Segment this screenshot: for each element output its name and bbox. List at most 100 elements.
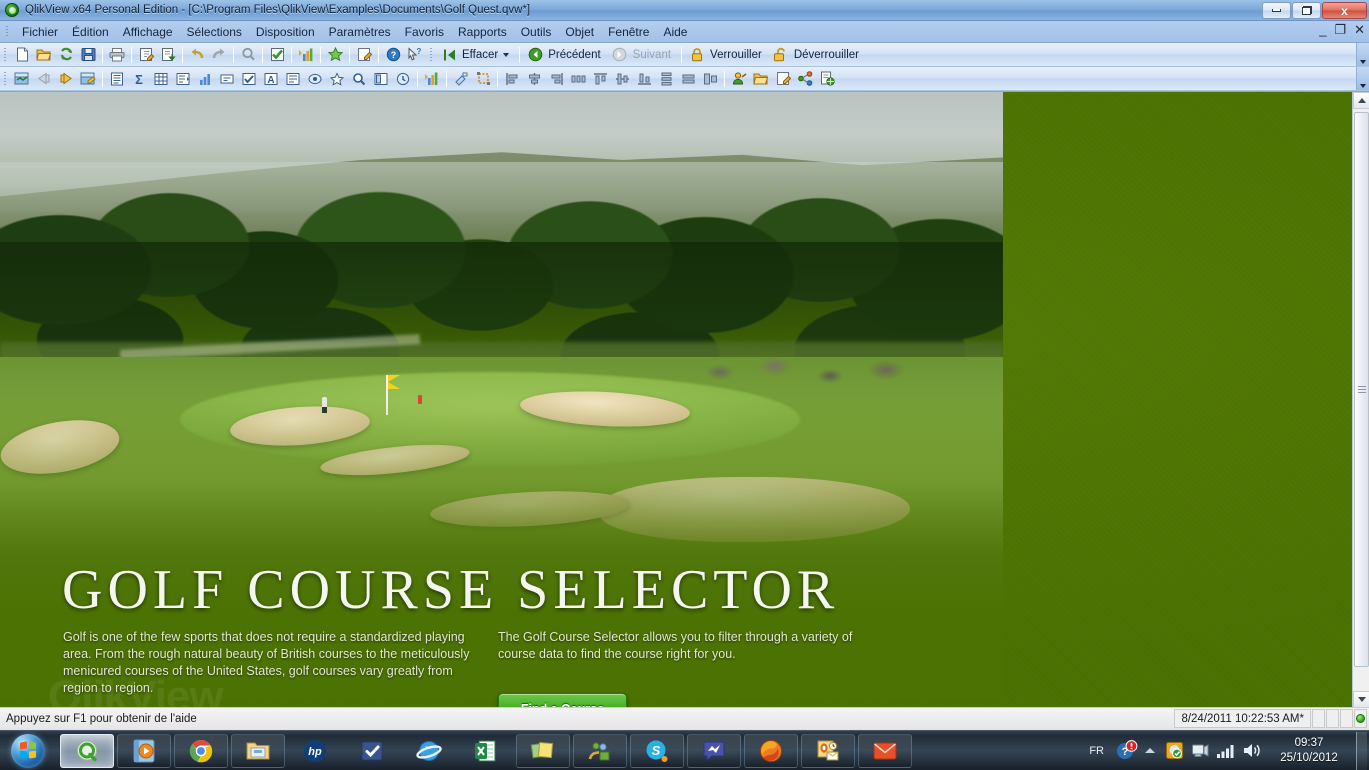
action-center-alert-icon[interactable]: ?	[1113, 739, 1139, 763]
toolbar-grip[interactable]	[2, 46, 9, 64]
custom-object-icon[interactable]	[393, 69, 414, 89]
user-icon[interactable]	[729, 69, 750, 89]
design-toolbar-overflow-button[interactable]	[1356, 67, 1369, 90]
signal-bars-icon[interactable]	[1213, 743, 1239, 759]
share-icon[interactable]	[795, 69, 816, 89]
notes-icon[interactable]	[354, 45, 375, 65]
taskbar-item-qlikview[interactable]	[60, 733, 114, 768]
menu-fenetre[interactable]: Fenêtre	[601, 23, 656, 41]
input-box-icon[interactable]	[217, 69, 238, 89]
save-icon[interactable]	[78, 45, 99, 65]
start-button[interactable]	[2, 732, 54, 770]
minimize-button[interactable]	[1262, 2, 1291, 19]
mdi-restore-button[interactable]: ❐	[1334, 23, 1346, 37]
align-middle-icon[interactable]	[612, 69, 633, 89]
chart-wizard-icon[interactable]	[296, 45, 317, 65]
back-icon[interactable]	[525, 45, 546, 65]
taskbar-item-internet-explorer[interactable]	[402, 734, 456, 768]
taskbar-item-chrome[interactable]	[174, 733, 228, 768]
show-desktop-button[interactable]	[1356, 731, 1367, 770]
distribute-vertical-icon[interactable]	[656, 69, 677, 89]
design-grid-icon[interactable]	[473, 69, 494, 89]
container-object-icon[interactable]	[371, 69, 392, 89]
chart-properties-icon[interactable]	[422, 69, 443, 89]
lock-button[interactable]: Verrouiller	[685, 45, 769, 65]
close-button[interactable]: x	[1322, 2, 1367, 19]
new-sheet-icon[interactable]	[12, 69, 33, 89]
toolbar-grip-navigation[interactable]	[428, 46, 435, 64]
taskbar-item-outlook[interactable]	[801, 733, 855, 768]
align-bottom-icon[interactable]	[634, 69, 655, 89]
space-evenly-icon[interactable]	[678, 69, 699, 89]
sheet-properties-icon[interactable]	[78, 69, 99, 89]
forward-icon[interactable]	[609, 45, 630, 65]
publish-icon[interactable]	[817, 69, 838, 89]
edit-note-icon[interactable]	[773, 69, 794, 89]
line-arrow-object-icon[interactable]	[305, 69, 326, 89]
resize-equal-icon[interactable]	[700, 69, 721, 89]
back-button[interactable]: Précédent	[523, 45, 607, 65]
taskbar-item-hp[interactable]: hp	[288, 734, 342, 768]
unlock-button[interactable]: Déverrouiller	[769, 45, 866, 65]
scroll-down-button[interactable]	[1353, 691, 1369, 707]
taskbar-item-contacts[interactable]	[573, 733, 627, 768]
new-document-icon[interactable]	[12, 45, 33, 65]
statistics-box-icon[interactable]: Σ	[129, 69, 150, 89]
volume-icon[interactable]	[1239, 742, 1265, 759]
vertical-scrollbar[interactable]	[1352, 92, 1369, 707]
help-icon[interactable]: ?	[383, 45, 404, 65]
search-object-icon[interactable]	[349, 69, 370, 89]
clear-icon[interactable]	[439, 45, 460, 65]
toolbar-overflow-button[interactable]	[1356, 43, 1369, 66]
scroll-up-button[interactable]	[1353, 92, 1369, 109]
taskbar-item-checkmark-app[interactable]	[345, 734, 399, 768]
current-selections-icon[interactable]	[267, 45, 288, 65]
reload-icon[interactable]	[56, 45, 77, 65]
taskbar-item-media-player[interactable]	[117, 733, 171, 768]
distribute-horizontal-icon[interactable]	[568, 69, 589, 89]
windows-start-orb-icon[interactable]	[11, 733, 45, 768]
multi-box-icon[interactable]	[173, 69, 194, 89]
restore-button[interactable]	[1292, 2, 1321, 19]
context-help-icon[interactable]: ?	[405, 45, 426, 65]
align-center-icon[interactable]	[524, 69, 545, 89]
taskbar-item-explorer[interactable]	[231, 733, 285, 768]
network-icon[interactable]	[1187, 742, 1213, 760]
menu-selections[interactable]: Sélections	[180, 23, 249, 41]
format-painter-icon[interactable]	[451, 69, 472, 89]
security-shield-icon[interactable]	[1161, 741, 1187, 760]
align-top-icon[interactable]	[590, 69, 611, 89]
clear-selections-button[interactable]: Effacer	[437, 45, 516, 65]
menu-edition[interactable]: Édition	[65, 23, 116, 41]
text-object-icon[interactable]: A	[261, 69, 282, 89]
lock-icon[interactable]	[687, 45, 708, 65]
print-icon[interactable]	[107, 45, 128, 65]
taskbar-item-mail[interactable]	[858, 733, 912, 768]
design-toolbar-grip[interactable]	[2, 70, 9, 88]
chevron-down-icon[interactable]	[503, 52, 510, 57]
align-right-icon[interactable]	[546, 69, 567, 89]
taskbar-item-skype[interactable]: S	[630, 733, 684, 768]
menu-fichier[interactable]: Fichier	[15, 23, 65, 41]
unlock-icon[interactable]	[770, 45, 791, 65]
open-folder-icon[interactable]	[751, 69, 772, 89]
menu-grip[interactable]	[4, 25, 12, 39]
menu-objet[interactable]: Objet	[558, 23, 601, 41]
menu-favoris[interactable]: Favoris	[398, 23, 451, 41]
slider-calendar-icon[interactable]	[327, 69, 348, 89]
bar-chart-icon[interactable]	[195, 69, 216, 89]
menu-rapports[interactable]: Rapports	[451, 23, 514, 41]
menu-parametres[interactable]: Paramètres	[322, 23, 398, 41]
taskbar-item-sticky-notes[interactable]	[516, 733, 570, 768]
taskbar-item-firefox[interactable]	[744, 733, 798, 768]
undo-icon[interactable]	[187, 45, 208, 65]
forward-button[interactable]: Suivant	[608, 45, 678, 65]
taskbar-item-messenger[interactable]	[687, 733, 741, 768]
taskbar-item-excel[interactable]	[459, 734, 513, 768]
button-object-icon[interactable]	[283, 69, 304, 89]
edit-script-icon[interactable]	[136, 45, 157, 65]
taskbar-clock[interactable]: 09:37 25/10/2012	[1265, 736, 1353, 766]
redo-icon[interactable]	[209, 45, 230, 65]
menu-outils[interactable]: Outils	[514, 23, 559, 41]
tray-language-indicator[interactable]: FR	[1080, 745, 1113, 757]
